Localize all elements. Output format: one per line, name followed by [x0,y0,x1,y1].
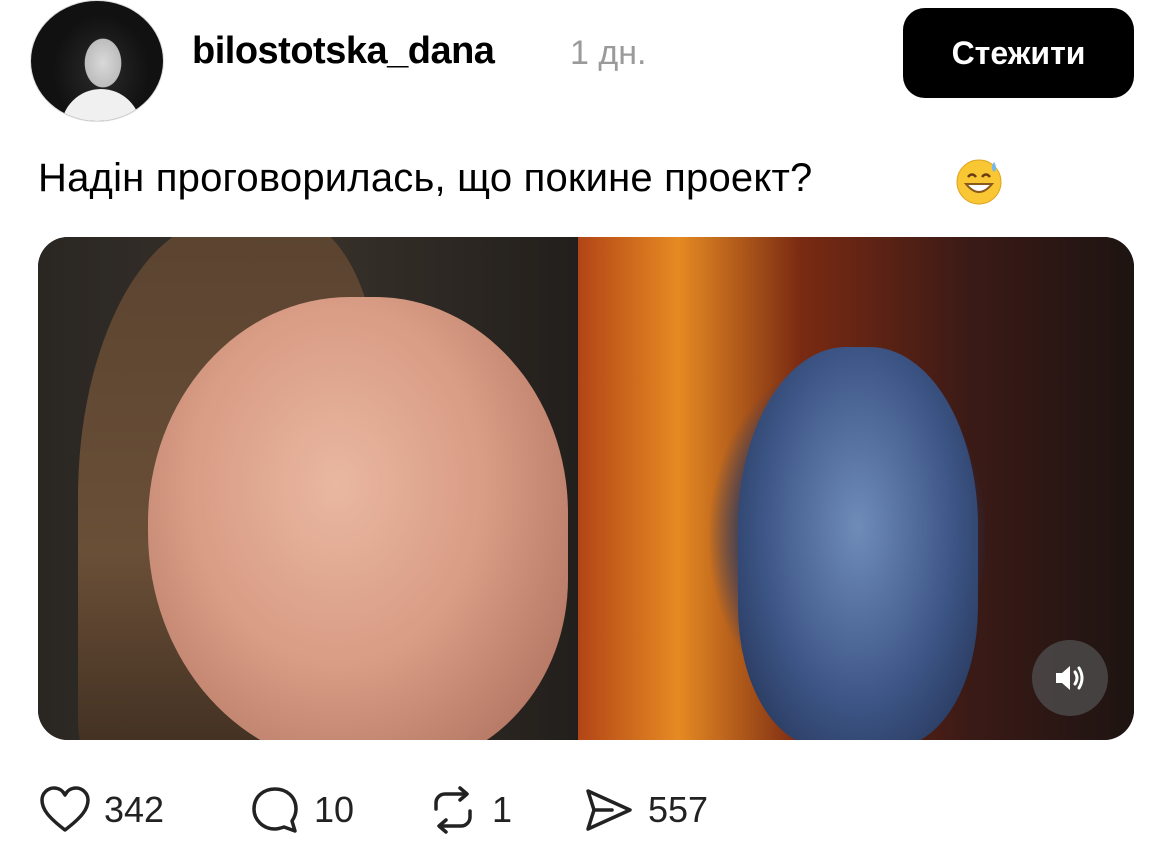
heart-icon [40,786,90,832]
grinning-sweat-emoji [956,159,1002,205]
follow-button[interactable]: Стежити [903,8,1134,98]
repost-icon [434,786,472,834]
person-face [148,297,568,740]
comment-button[interactable]: 10 [248,782,354,838]
repost-count: 1 [492,789,513,830]
like-count: 342 [104,789,165,830]
share-count: 557 [648,789,709,830]
avatar[interactable] [30,0,164,122]
poster-character [738,347,978,740]
comment-count: 10 [314,789,355,830]
send-icon [586,789,632,831]
username[interactable]: bilostotska_dana [192,30,495,73]
post-text: Надін проговорилась, що покине проект? [38,156,813,200]
repost-button[interactable]: 1 [426,782,512,838]
sound-toggle-button[interactable] [1032,640,1108,716]
video-player[interactable] [38,237,1134,740]
post-time: 1 дн. [570,34,647,72]
share-button[interactable]: 557 [582,782,708,838]
like-button[interactable]: 342 [38,782,164,838]
comment-icon [252,787,298,833]
speaker-icon [1056,666,1084,690]
